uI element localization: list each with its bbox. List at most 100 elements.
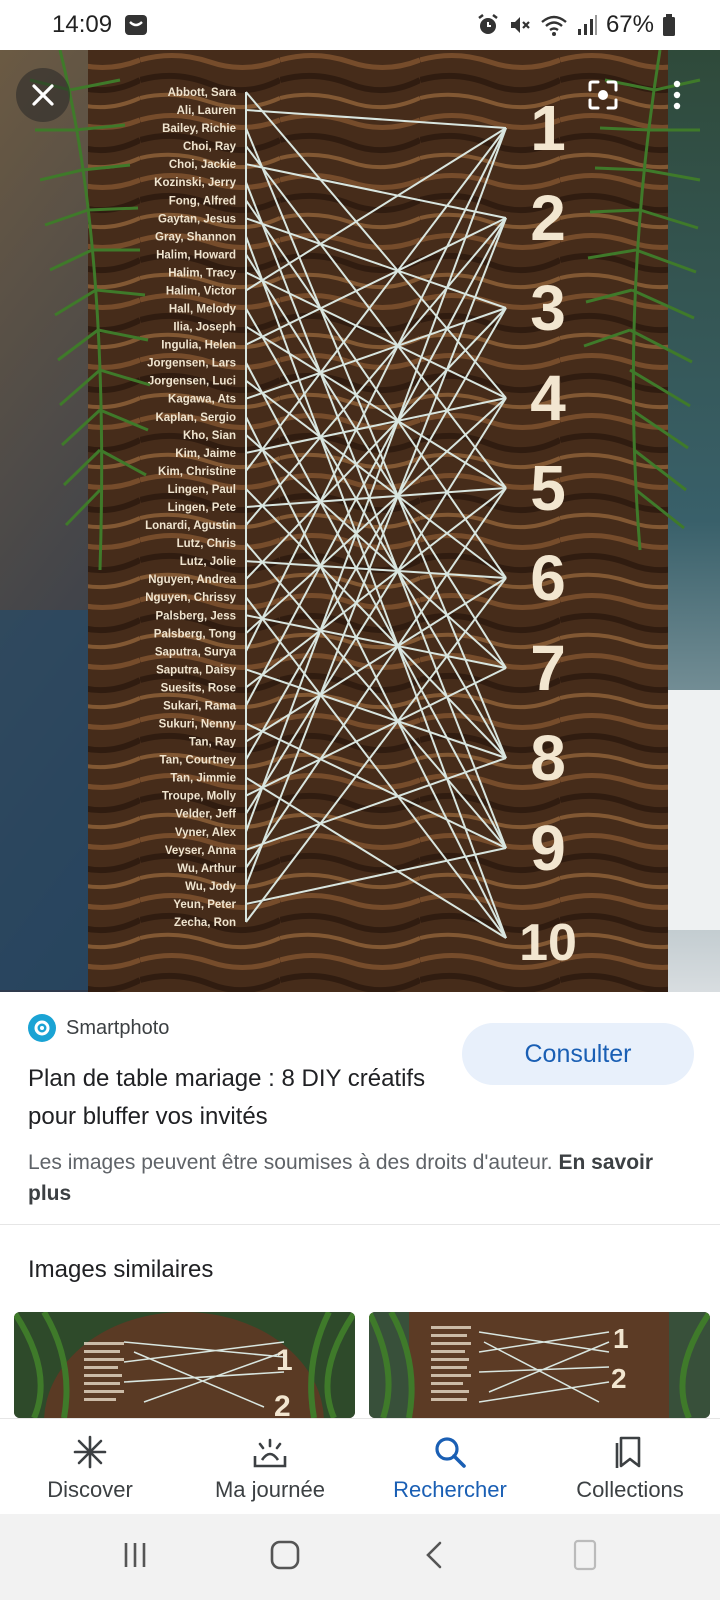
hero-image[interactable]: Abbott, Sara Ali, Lauren Bailey, Richie Cho… <box>0 50 720 992</box>
board-name: Lutz, Jolie <box>180 556 236 568</box>
close-icon <box>29 81 57 109</box>
board-table-number: 7 <box>530 632 566 704</box>
board-name: Nguyen, Chrissy <box>145 592 236 604</box>
board-table-number: 9 <box>530 812 566 884</box>
signal-icon <box>576 13 598 37</box>
discover-icon <box>72 1433 108 1471</box>
board-name: Nguyen, Andrea <box>148 574 236 586</box>
source-row[interactable]: Smartphoto <box>28 1014 169 1042</box>
svg-text:1: 1 <box>613 1323 629 1354</box>
system-nav-bar <box>0 1514 720 1600</box>
board-name: Jorgensen, Luci <box>148 376 236 388</box>
similar-images-title: Images similaires <box>28 1256 214 1283</box>
board-name: Troupe, Molly <box>162 791 237 803</box>
rotate-icon <box>571 1538 599 1577</box>
status-bar: 14:09 67% <box>0 0 720 50</box>
status-left: 14:09 <box>52 11 148 39</box>
board-name: Lingen, Pete <box>168 502 236 514</box>
lens-button[interactable] <box>576 68 630 122</box>
board-name: Choi, Ray <box>183 141 237 153</box>
nav-discover[interactable]: Discover <box>0 1419 180 1514</box>
battery-percent: 67% <box>605 11 654 38</box>
nav-label: Rechercher <box>393 1477 507 1502</box>
nav-label: Ma journée <box>214 1477 326 1502</box>
board-table-number: 6 <box>530 542 566 614</box>
board-name: Sukuri, Nenny <box>159 719 237 731</box>
board-name: Yeun, Peter <box>173 899 236 911</box>
search-icon <box>432 1433 468 1471</box>
recents-button[interactable] <box>95 1527 175 1587</box>
nav-my-day[interactable]: Ma journée <box>180 1419 360 1514</box>
board-name: Kagawa, Ats <box>168 394 236 406</box>
nav-label: Collections <box>576 1477 684 1502</box>
board-name: Halim, Victor <box>166 285 237 297</box>
board-name: Lingen, Paul <box>168 484 236 496</box>
wifi-icon <box>540 13 568 37</box>
board-name: Tan, Ray <box>189 737 237 749</box>
board-table-number: 8 <box>530 722 566 794</box>
board-name: Palsberg, Jess <box>155 610 236 622</box>
board-name: Kim, Christine <box>158 466 236 478</box>
board-name: Kim, Jaime <box>175 448 236 460</box>
board-name: Saputra, Surya <box>155 646 237 658</box>
alarm-icon <box>476 13 500 37</box>
board-name: Fong, Alfred <box>169 195 236 207</box>
smartphoto-logo-icon <box>28 1014 56 1042</box>
clock: 14:09 <box>52 11 113 38</box>
board-name: Bailey, Richie <box>162 123 236 135</box>
svg-text:1: 1 <box>276 1344 293 1377</box>
bottom-nav: Discover Ma journée Rechercher Collectio… <box>0 1418 720 1514</box>
similar-image-thumbnail[interactable]: 1 2 <box>14 1312 355 1418</box>
board-table-number: 5 <box>530 452 566 524</box>
svg-text:2: 2 <box>274 1390 291 1418</box>
similar-image-thumbnail[interactable]: 1 2 <box>369 1312 710 1418</box>
my-day-icon <box>252 1433 288 1471</box>
board-name: Jorgensen, Lars <box>147 358 236 370</box>
lens-icon <box>586 78 620 112</box>
copyright-text: Les images peuvent être soumises à des d… <box>28 1151 553 1174</box>
board-name: Sukari, Rama <box>163 700 236 712</box>
board-name: Choi, Jackie <box>169 159 236 171</box>
collections-icon <box>612 1433 648 1471</box>
board-name: Tan, Courtney <box>160 755 237 767</box>
board-name: Wu, Jody <box>185 881 237 893</box>
status-right: 67% <box>476 11 676 39</box>
board-name: Tan, Jimmie <box>170 773 236 785</box>
result-title[interactable]: Plan de table mariage : 8 DIY créatifs p… <box>28 1060 458 1136</box>
board-name: Kaplan, Sergio <box>155 412 236 424</box>
similar-image-2: 1 2 <box>369 1312 710 1418</box>
board-name: Ilia, Joseph <box>173 322 236 334</box>
notification-icon <box>124 13 148 37</box>
consult-button[interactable]: Consulter <box>462 1023 694 1085</box>
board-table-number: 3 <box>530 272 566 344</box>
board-name: Abbott, Sara <box>168 87 237 99</box>
nav-search[interactable]: Rechercher <box>360 1419 540 1514</box>
board-name: Zecha, Ron <box>174 917 236 929</box>
recents-icon <box>120 1540 150 1575</box>
battery-icon <box>662 13 676 37</box>
board-table-number: 1 <box>530 92 566 164</box>
board-name: Saputra, Daisy <box>156 664 236 676</box>
board-name: Gaytan, Jesus <box>158 213 236 225</box>
back-button[interactable] <box>395 1527 475 1587</box>
board-name: Ali, Lauren <box>177 105 236 117</box>
board-name: Wu, Arthur <box>177 863 236 875</box>
board-name: Gray, Shannon <box>155 231 236 243</box>
board-name: Halim, Tracy <box>168 267 236 279</box>
back-icon <box>420 1540 450 1575</box>
mute-icon <box>508 13 532 37</box>
board-table-number: 2 <box>530 182 566 254</box>
board-name: Suesits, Rose <box>161 682 236 694</box>
close-button[interactable] <box>16 68 70 122</box>
home-icon <box>269 1539 301 1576</box>
board-table-number: 10 <box>519 914 577 972</box>
home-button[interactable] <box>245 1527 325 1587</box>
source-name: Smartphoto <box>66 1016 170 1039</box>
rotate-button[interactable] <box>545 1527 625 1587</box>
board-table-number: 4 <box>530 362 566 434</box>
board-name: Velder, Jeff <box>175 809 236 821</box>
more-options-button[interactable] <box>650 68 704 122</box>
nav-label: Discover <box>47 1477 133 1502</box>
nav-collections[interactable]: Collections <box>540 1419 720 1514</box>
board-name: Palsberg, Tong <box>154 628 236 640</box>
